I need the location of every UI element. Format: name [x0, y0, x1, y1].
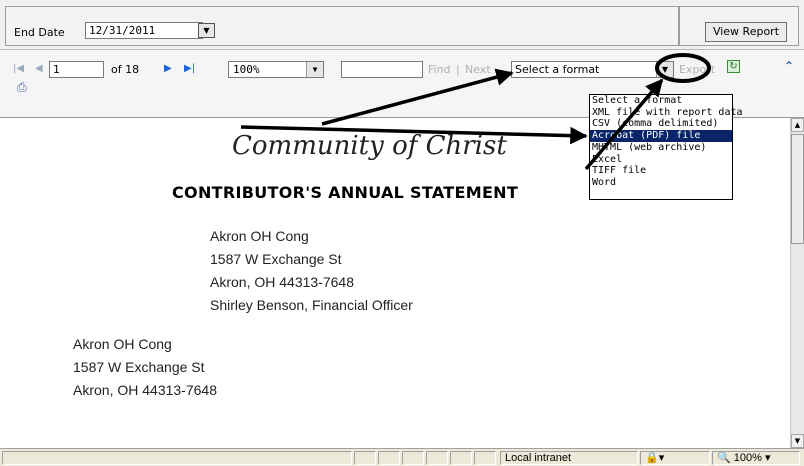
sender-line-1: Akron OH Cong — [210, 228, 309, 244]
status-text — [2, 451, 352, 465]
export-format-list[interactable]: Select a format XML file with report data… — [589, 94, 743, 200]
status-cell — [426, 451, 448, 465]
export-link[interactable]: Export — [679, 63, 715, 76]
status-cell — [402, 451, 424, 465]
scroll-up-button[interactable]: ▲ — [791, 118, 804, 132]
find-input[interactable] — [341, 61, 423, 78]
format-option[interactable]: Excel — [590, 154, 732, 166]
collapse-icon[interactable]: ⌃ — [784, 59, 794, 73]
print-icon[interactable]: ⎙ — [17, 80, 27, 95]
zoom-control[interactable]: 🔍 100% ▾ — [712, 451, 800, 465]
sender-line-3: Akron, OH 44313-7648 — [210, 274, 354, 290]
first-page-icon[interactable]: |◀ — [13, 63, 24, 74]
status-zoom: 100% — [733, 452, 762, 464]
view-report-button[interactable]: View Report — [705, 22, 787, 42]
report-title: Community of Christ — [232, 131, 507, 161]
format-option[interactable]: Acrobat (PDF) file — [590, 130, 732, 142]
report-heading: CONTRIBUTOR'S ANNUAL STATEMENT — [172, 183, 519, 202]
find-link[interactable]: Find — [428, 63, 451, 76]
scroll-thumb[interactable] — [791, 134, 804, 244]
format-option[interactable]: CSV (comma delimited) — [590, 118, 732, 130]
sender-line-2: 1587 W Exchange St — [210, 251, 342, 267]
refresh-icon[interactable]: ↻ — [727, 60, 740, 73]
scroll-down-button[interactable]: ▼ — [791, 434, 804, 448]
separator: | — [456, 63, 460, 76]
recipient-line-3: Akron, OH 44313-7648 — [73, 382, 217, 398]
status-bar: Local intranet 🔒▾ 🔍 100% ▾ — [0, 448, 804, 466]
format-option[interactable]: Select a format — [590, 95, 732, 107]
end-date-input[interactable]: 12/31/2011 — [85, 22, 203, 39]
security-zone: Local intranet — [500, 451, 638, 465]
last-page-icon[interactable]: ▶| — [184, 63, 195, 74]
zoom-select[interactable]: 100% ▼ — [228, 61, 324, 78]
next-link[interactable]: Next — [465, 63, 491, 76]
prev-page-icon[interactable]: ◀ — [35, 63, 43, 74]
recipient-line-2: 1587 W Exchange St — [73, 359, 205, 375]
recipient-line-1: Akron OH Cong — [73, 336, 172, 352]
chevron-down-icon[interactable]: ▼ — [306, 62, 323, 77]
lock-icon: 🔒▾ — [645, 452, 665, 464]
zoom-icon: 🔍 — [717, 452, 731, 464]
format-option[interactable]: MHTML (web archive) — [590, 142, 732, 154]
next-page-icon[interactable]: ▶ — [164, 63, 172, 74]
export-format-select[interactable]: Select a format ▼ — [511, 61, 674, 78]
zoom-value: 100% — [233, 63, 260, 76]
status-cell — [378, 451, 400, 465]
format-selected-value: Select a format — [515, 63, 600, 76]
date-dropdown-button[interactable]: ▼ — [198, 23, 215, 38]
format-option[interactable]: Word — [590, 177, 732, 189]
chevron-down-icon: ▾ — [764, 452, 771, 464]
end-date-label: End Date — [14, 26, 65, 39]
status-cell — [474, 451, 496, 465]
chevron-down-icon[interactable]: ▼ — [656, 62, 673, 77]
format-option[interactable]: TIFF file — [590, 165, 732, 177]
sender-line-4: Shirley Benson, Financial Officer — [210, 297, 413, 313]
protected-mode[interactable]: 🔒▾ — [640, 451, 710, 465]
status-cell — [354, 451, 376, 465]
page-count: of 18 — [111, 63, 140, 76]
status-cell — [450, 451, 472, 465]
vertical-scrollbar[interactable]: ▲ ▼ — [790, 118, 804, 448]
format-option[interactable]: XML file with report data — [590, 107, 743, 119]
page-number-input[interactable]: 1 — [49, 61, 104, 78]
